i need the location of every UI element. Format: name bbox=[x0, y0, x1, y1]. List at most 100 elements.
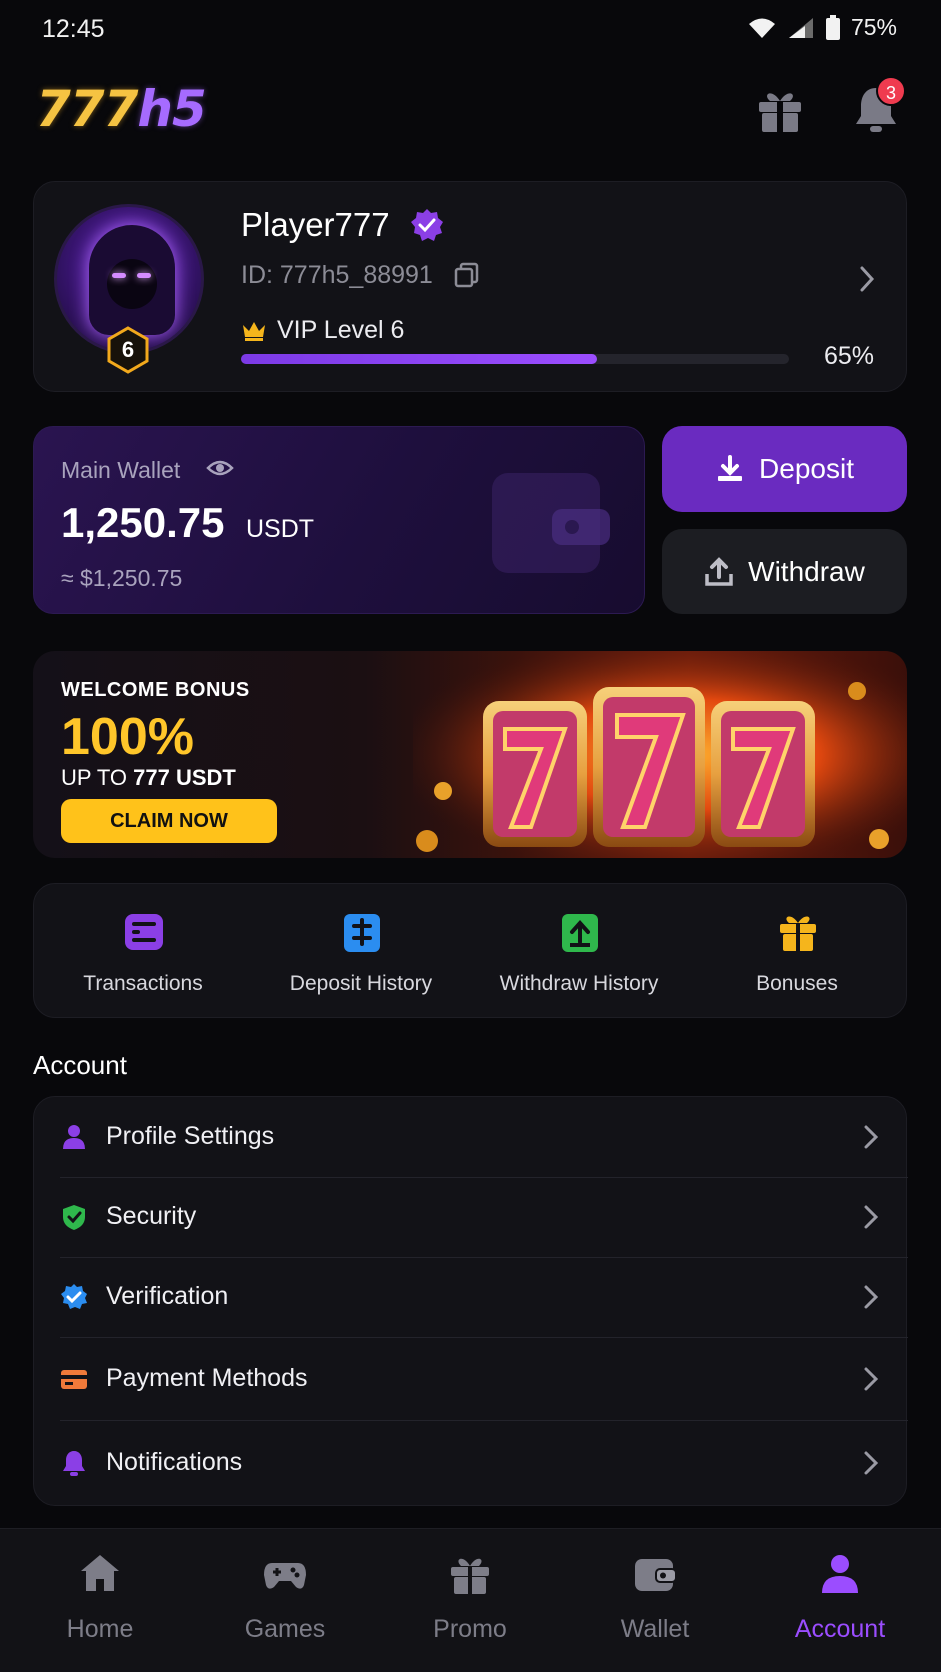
nav-promo[interactable]: Promo bbox=[376, 1529, 564, 1672]
verified-icon bbox=[61, 1284, 87, 1309]
nav-wallet[interactable]: Wallet bbox=[561, 1529, 749, 1672]
claim-now-button[interactable]: CLAIM NOW bbox=[61, 799, 277, 843]
wifi-icon bbox=[748, 18, 775, 38]
crown-icon bbox=[243, 322, 265, 341]
wallet-icon bbox=[635, 1559, 677, 1591]
vip-progress-percent: 65% bbox=[824, 342, 875, 370]
bell-icon bbox=[63, 1451, 85, 1476]
nav-games[interactable]: Games bbox=[191, 1529, 379, 1672]
chevron-right-icon bbox=[864, 1285, 879, 1309]
logo-text-main: 777 bbox=[36, 80, 138, 138]
copy-icon[interactable] bbox=[454, 262, 480, 288]
avatar-eye-right bbox=[137, 273, 151, 278]
quick-action-deposit-history[interactable]: Deposit History bbox=[252, 884, 470, 1019]
vip-progress-bar bbox=[241, 354, 789, 364]
welcome-bonus-banner[interactable]: WELCOME BONUS 100% UP TO 777 USDT CLAIM … bbox=[33, 651, 907, 858]
avatar-face bbox=[107, 259, 157, 309]
battery-icon bbox=[825, 14, 840, 40]
status-bar: 12:45 75% bbox=[0, 0, 941, 60]
vip-level-label: VIP Level 6 bbox=[277, 316, 405, 344]
card-icon bbox=[61, 1370, 87, 1389]
transactions-icon bbox=[125, 914, 163, 950]
app-logo[interactable]: 777h5 bbox=[36, 80, 207, 138]
logo-text-accent: h5 bbox=[137, 80, 206, 138]
chevron-right-icon bbox=[864, 1205, 879, 1229]
bottom-navigation: Home Games Promo Wallet Account bbox=[0, 1528, 941, 1672]
chevron-right-icon bbox=[864, 1125, 879, 1149]
slot-machine-777-illustration bbox=[413, 651, 907, 858]
menu-item-label: Notifications bbox=[106, 1448, 243, 1476]
chevron-right-icon bbox=[864, 1367, 879, 1391]
quick-action-withdraw-history[interactable]: Withdraw History bbox=[470, 884, 688, 1019]
quick-actions: Transactions Deposit History Withdraw Hi… bbox=[33, 883, 907, 1018]
menu-item-payment-methods[interactable]: Payment Methods bbox=[34, 1339, 908, 1419]
banner-percent: 100% bbox=[61, 708, 194, 766]
withdraw-label: Withdraw bbox=[748, 555, 865, 587]
wallet-label: Main Wallet bbox=[61, 457, 181, 483]
gift-icon bbox=[780, 916, 816, 951]
menu-divider bbox=[60, 1420, 908, 1421]
banner-upto-value: 777 USDT bbox=[133, 765, 236, 790]
player-name: Player777 bbox=[241, 206, 390, 243]
withdraw-history-icon bbox=[562, 914, 598, 952]
quick-action-label: Deposit History bbox=[289, 972, 433, 995]
chevron-right-icon[interactable] bbox=[856, 264, 878, 294]
deposit-button[interactable]: Deposit bbox=[662, 426, 907, 512]
account-section-title: Account bbox=[33, 1050, 127, 1080]
status-icons: 75% bbox=[747, 14, 897, 41]
account-menu: Profile Settings Security Verification P… bbox=[33, 1096, 908, 1506]
menu-item-profile-settings[interactable]: Profile Settings bbox=[34, 1097, 908, 1177]
menu-item-verification[interactable]: Verification bbox=[34, 1257, 908, 1337]
nav-label: Games bbox=[244, 1615, 326, 1643]
vip-badge-number: 6 bbox=[121, 337, 135, 362]
verified-badge-icon bbox=[411, 209, 443, 241]
withdraw-button[interactable]: Withdraw bbox=[662, 529, 907, 614]
nav-label: Promo bbox=[433, 1615, 507, 1643]
menu-item-label: Security bbox=[106, 1202, 197, 1230]
quick-action-label: Bonuses bbox=[756, 972, 838, 995]
quick-action-transactions[interactable]: Transactions bbox=[34, 884, 252, 1019]
deposit-history-icon bbox=[344, 914, 380, 952]
banner-upto-prefix: UP TO bbox=[61, 765, 134, 790]
profile-card[interactable]: 6 Player777 ID: 777h5_88991 VIP Level 6 … bbox=[33, 181, 907, 392]
quick-action-label: Transactions bbox=[83, 972, 203, 995]
nav-label: Wallet bbox=[620, 1615, 690, 1643]
menu-item-notifications[interactable]: Notifications bbox=[34, 1423, 908, 1503]
menu-item-label: Verification bbox=[106, 1282, 229, 1310]
signal-icon bbox=[788, 17, 813, 38]
gamepad-icon bbox=[264, 1563, 306, 1589]
status-time: 12:45 bbox=[42, 15, 105, 43]
main-wallet-card: Main Wallet 1,250.75 USDT ≈ $1,250.75 bbox=[33, 426, 645, 614]
eye-icon[interactable] bbox=[206, 457, 234, 479]
battery-percent: 75% bbox=[850, 14, 897, 40]
chevron-right-icon bbox=[864, 1451, 879, 1475]
nav-account[interactable]: Account bbox=[746, 1529, 934, 1672]
gift-icon bbox=[451, 1558, 489, 1594]
nav-home[interactable]: Home bbox=[6, 1529, 194, 1672]
gift-icon[interactable] bbox=[754, 84, 806, 136]
quick-action-label: Withdraw History bbox=[499, 972, 659, 995]
vip-progress-fill bbox=[241, 354, 598, 364]
wallet-currency: USDT bbox=[246, 515, 315, 543]
menu-item-security[interactable]: Security bbox=[34, 1177, 908, 1257]
menu-item-label: Payment Methods bbox=[106, 1364, 308, 1392]
user-icon bbox=[63, 1125, 85, 1149]
user-icon bbox=[822, 1555, 858, 1593]
banner-subtitle: UP TO 777 USDT bbox=[61, 765, 236, 791]
app-header: 777h5 3 bbox=[34, 76, 907, 140]
wallet-decoration-icon bbox=[492, 473, 610, 573]
banner-eyebrow: WELCOME BONUS bbox=[61, 679, 250, 701]
quick-action-bonuses[interactable]: Bonuses bbox=[688, 884, 906, 1019]
nav-label: Account bbox=[794, 1615, 886, 1643]
home-icon bbox=[81, 1555, 119, 1591]
shield-icon bbox=[63, 1205, 85, 1230]
player-id: ID: 777h5_88991 bbox=[241, 261, 433, 289]
wallet-balance: 1,250.75 bbox=[61, 499, 225, 546]
menu-divider bbox=[60, 1337, 908, 1338]
deposit-label: Deposit bbox=[759, 453, 854, 484]
menu-item-label: Profile Settings bbox=[106, 1122, 275, 1150]
notification-count-badge: 3 bbox=[876, 76, 906, 106]
wallet-fiat-approx: ≈ $1,250.75 bbox=[61, 565, 183, 591]
download-icon bbox=[718, 455, 743, 481]
nav-label: Home bbox=[66, 1615, 134, 1643]
